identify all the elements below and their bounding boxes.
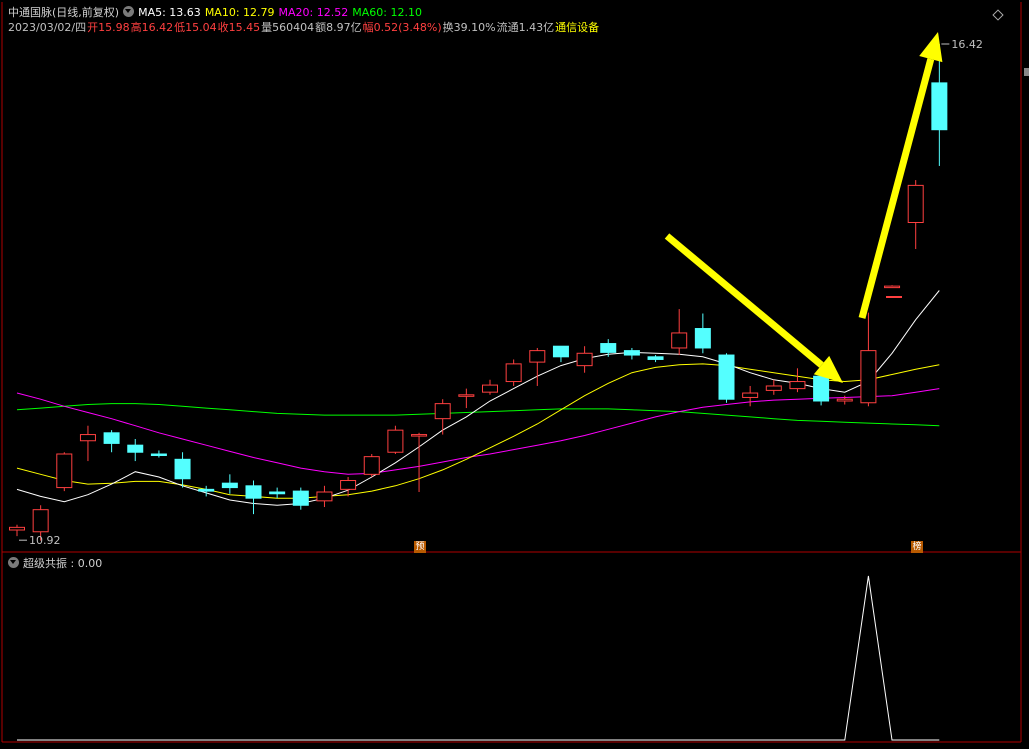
stock-title: 中通国脉(日线,前复权) — [8, 6, 120, 19]
quote-date: 2023/03/02/四 — [8, 21, 87, 34]
candle-body — [434, 403, 451, 420]
ma20-line — [16, 388, 940, 475]
candle-body — [860, 350, 877, 404]
ma5-line — [16, 290, 940, 506]
candle-body — [552, 345, 569, 358]
quote-high: 高16.42 — [130, 21, 174, 34]
candle-body — [884, 285, 901, 289]
quote-float: 流通1.43亿 — [496, 21, 555, 34]
candle-body — [174, 458, 191, 480]
candle-body — [411, 434, 428, 437]
candle-body — [221, 482, 238, 489]
chart-frame: 16.42 10.92 中通国脉(日线,前复权) MA5: 13.63 MA10: 1… — [0, 0, 1029, 746]
indicator-line — [17, 575, 940, 741]
candle-body — [742, 392, 759, 398]
candle-body — [127, 444, 144, 453]
candle-body — [363, 456, 380, 475]
yu-marker[interactable]: 预 — [414, 541, 426, 553]
candle-body — [269, 491, 286, 495]
arrow-down-shaft — [664, 233, 824, 368]
arrow-up-head — [919, 32, 943, 63]
candle-body — [789, 381, 806, 390]
candle-body — [458, 394, 475, 397]
candle-body — [647, 356, 664, 360]
candle-body — [9, 526, 25, 531]
candle-body — [340, 480, 357, 490]
candle-body — [600, 343, 617, 353]
quote-close: 收15.45 — [217, 21, 261, 34]
candle-body — [623, 350, 640, 356]
candle-body — [931, 82, 948, 131]
candle-body — [671, 332, 688, 349]
scroll-tab — [1024, 68, 1029, 76]
ma5-label: MA5: 13.63 — [138, 6, 201, 19]
quote-industry: 通信设备 — [555, 21, 600, 34]
ma10-label: MA10: 12.79 — [204, 6, 275, 19]
candle-body — [482, 384, 498, 393]
candle-body — [907, 184, 924, 223]
candle-body — [576, 352, 593, 367]
indicator-toggle-icon[interactable] — [8, 557, 19, 568]
candle-body — [387, 429, 404, 453]
quote-low: 低15.04 — [174, 21, 217, 34]
candle-body — [79, 434, 96, 442]
candle-body — [198, 488, 215, 492]
candle-body — [813, 375, 830, 402]
bang-marker[interactable]: 榜 — [911, 541, 923, 553]
candle-body — [150, 453, 167, 457]
low-price-label: 10.92 — [29, 534, 61, 547]
candle-body — [718, 354, 735, 400]
candle-body — [836, 398, 853, 402]
kline-chart: 16.42 10.92 — [1, 2, 1029, 743]
high-price-label: 16.42 — [951, 38, 983, 51]
candle-body — [316, 491, 333, 502]
quote-turnover: 换39.10% — [442, 21, 496, 34]
candle-body — [32, 509, 49, 533]
candle-body — [765, 385, 782, 391]
ma20-label: MA20: 12.52 — [278, 6, 349, 19]
candle-body — [694, 328, 711, 349]
quote-volume: 量560404 — [261, 21, 315, 34]
dropdown-toggle-icon[interactable] — [123, 6, 135, 17]
indicator-label: 超级共振 : 0.00 — [23, 557, 103, 570]
candle-body — [245, 485, 262, 499]
candle-body — [103, 432, 120, 444]
candle-body — [505, 363, 522, 383]
ma60-line — [16, 403, 940, 427]
candle-body — [56, 453, 73, 489]
header-row-2: 2023/03/02/四开15.98高16.42低15.04收15.45量560… — [8, 21, 603, 35]
candle-body — [292, 490, 309, 506]
header-row-1: 中通国脉(日线,前复权) MA5: 13.63 MA10: 12.79 MA20: 1… — [8, 6, 426, 20]
quote-open: 开15.98 — [87, 21, 130, 34]
ma60-label: MA60: 12.10 — [352, 6, 422, 19]
candle-body — [529, 350, 546, 363]
indicator-header: 超级共振 : 0.00 — [8, 557, 106, 571]
quote-change: 幅0.52(3.48%) — [362, 21, 442, 34]
quote-amount: 额8.97亿 — [315, 21, 362, 34]
